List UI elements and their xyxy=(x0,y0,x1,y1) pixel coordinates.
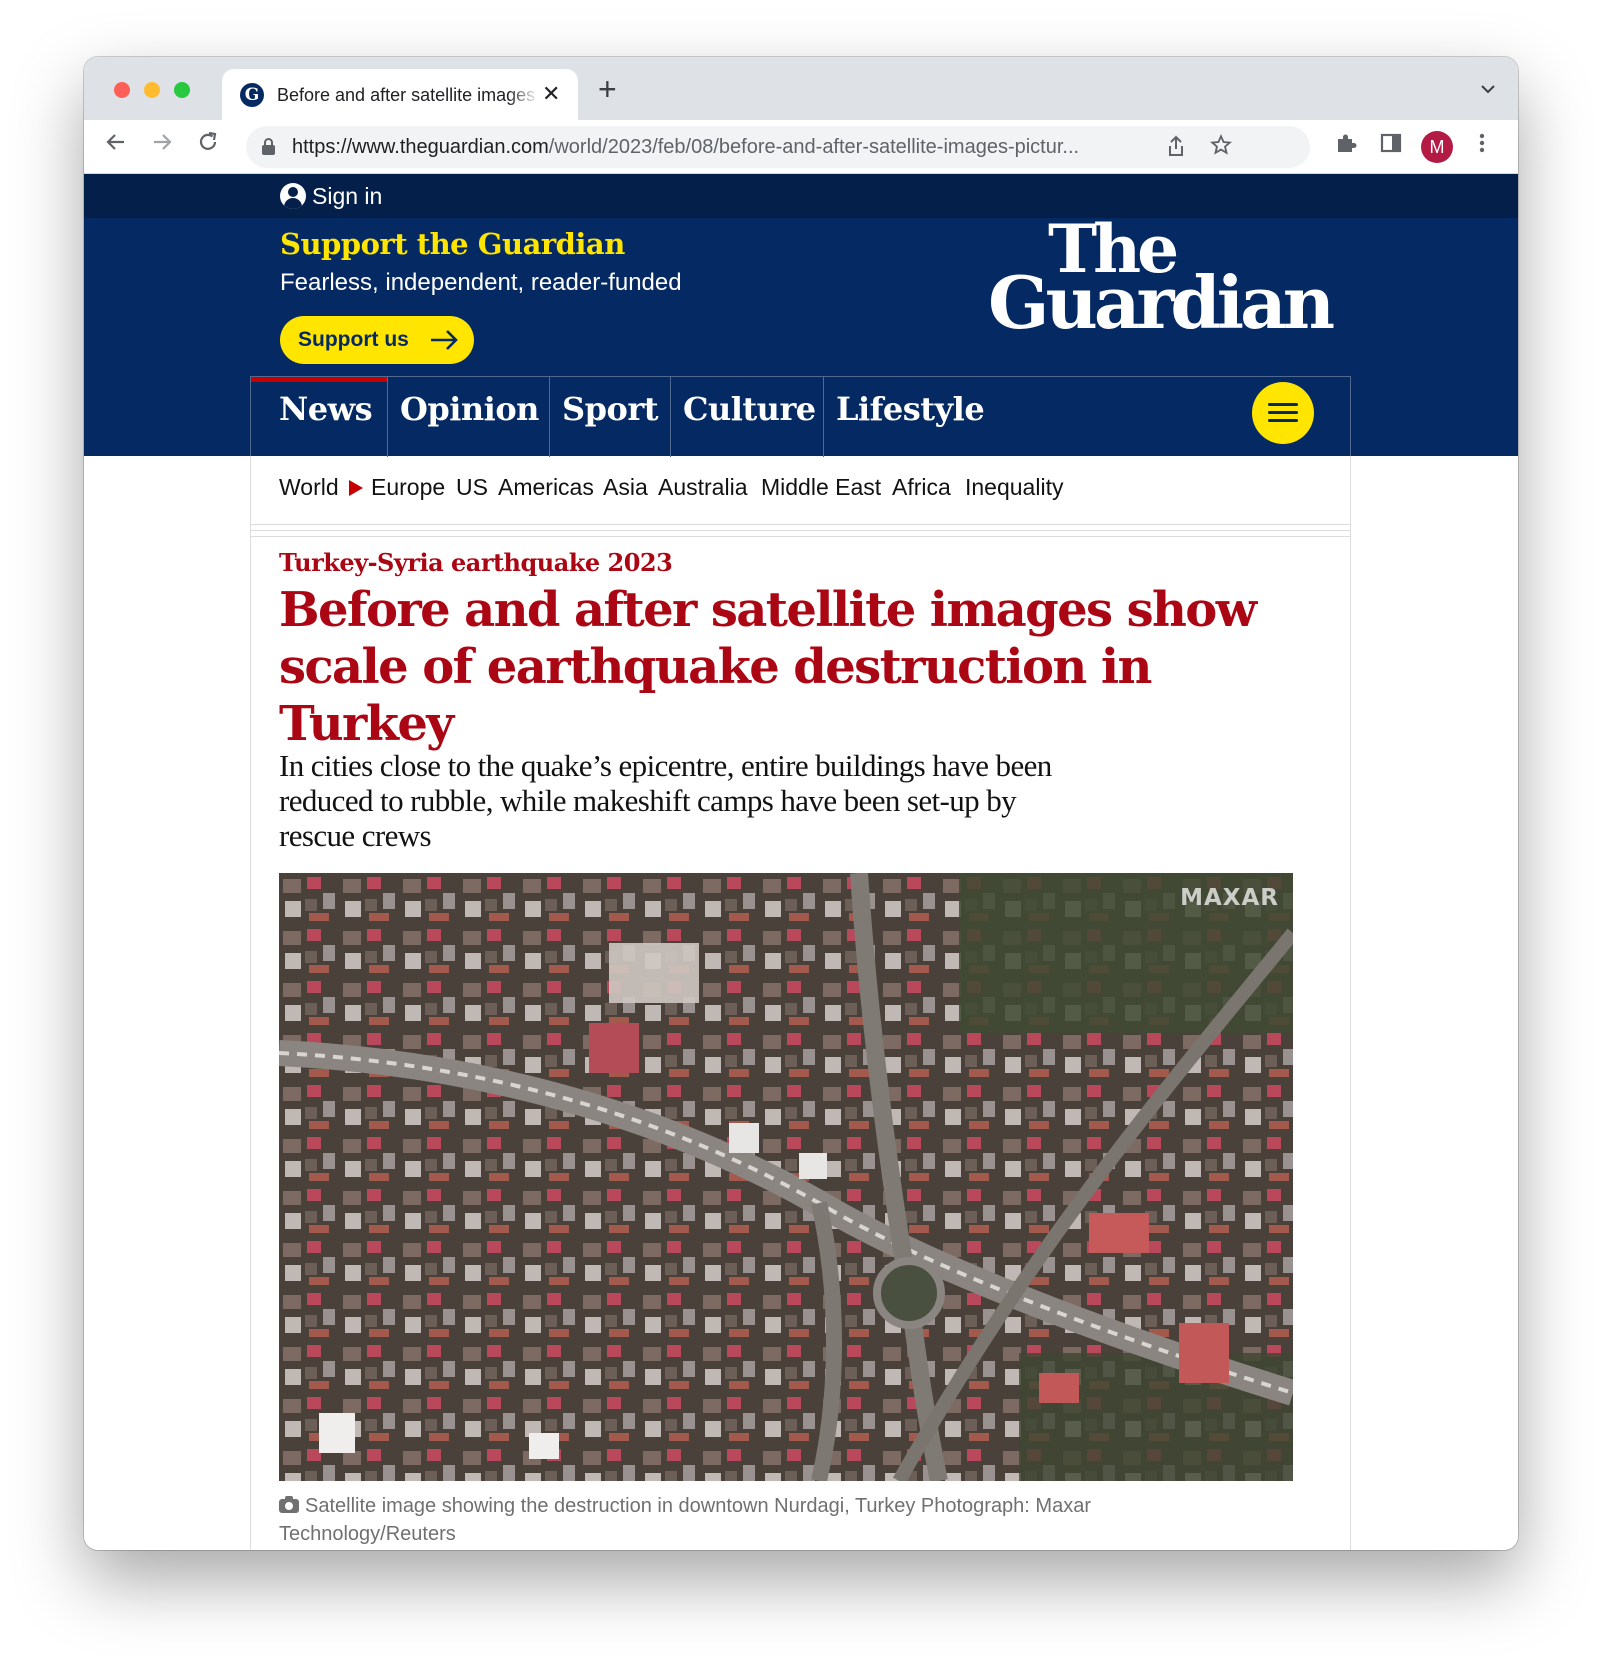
browser-window: G Before and after satellite images show… xyxy=(84,57,1518,1550)
profile-avatar[interactable]: M xyxy=(1421,131,1453,163)
pillar-culture[interactable]: Culture xyxy=(671,377,824,457)
subnav-item-world[interactable]: World xyxy=(279,472,339,502)
address-bar[interactable]: https://www.theguardian.com/world/2023/f… xyxy=(246,126,1310,168)
tab-search-chevron-down-icon[interactable] xyxy=(1480,77,1496,100)
url-text[interactable]: https://www.theguardian.com/world/2023/f… xyxy=(292,135,1079,159)
minimize-window-button[interactable] xyxy=(144,82,160,98)
article-column: World Europe US Americas Asia Australia … xyxy=(250,456,1351,1550)
pillar-news[interactable]: News xyxy=(251,377,388,457)
top-bar: Sign in xyxy=(84,174,1518,218)
triangle-right-icon xyxy=(349,480,363,496)
forward-arrow-icon[interactable] xyxy=(150,130,174,160)
article-kicker[interactable]: Turkey-Syria earthquake 2023 xyxy=(279,548,673,578)
pillar-nav: News Opinion Sport Culture Lifestyle xyxy=(250,376,1351,457)
guardian-logo[interactable]: The Guardian xyxy=(988,216,1338,339)
subnav-item-africa[interactable]: Africa xyxy=(892,472,951,502)
active-tab[interactable]: G Before and after satellite images show… xyxy=(222,69,578,120)
reload-icon[interactable] xyxy=(196,130,220,160)
sign-in-link[interactable]: Sign in xyxy=(280,182,382,210)
support-subtitle: Fearless, independent, reader-funded xyxy=(280,269,682,296)
support-us-button[interactable]: Support us xyxy=(280,316,474,364)
satellite-photo[interactable]: MAXAR xyxy=(279,873,1293,1481)
subnav-item-us[interactable]: US xyxy=(456,472,488,502)
subnav-item-americas[interactable]: Americas xyxy=(498,472,594,502)
maximize-window-button[interactable] xyxy=(174,82,190,98)
lock-icon[interactable] xyxy=(262,138,275,155)
side-panel-icon[interactable] xyxy=(1379,131,1403,162)
pillar-opinion[interactable]: Opinion xyxy=(388,377,550,457)
support-us-label: Support us xyxy=(298,328,409,351)
share-icon[interactable] xyxy=(1166,134,1186,164)
masthead: Support the Guardian Fearless, independe… xyxy=(84,216,1518,457)
tab-title: Before and after satellite images show s… xyxy=(277,85,539,105)
subnav-item-inequality[interactable]: Inequality xyxy=(965,472,1063,502)
back-arrow-icon[interactable] xyxy=(104,130,128,160)
star-icon[interactable] xyxy=(1210,134,1232,162)
guardian-favicon-icon: G xyxy=(240,83,264,107)
photo-caption: Satellite image showing the destruction … xyxy=(279,1492,1179,1548)
pillar-lifestyle[interactable]: Lifestyle xyxy=(824,377,985,457)
tab-strip: G Before and after satellite images show… xyxy=(84,57,1518,120)
support-title: Support the Guardian xyxy=(280,227,625,261)
arrow-right-icon xyxy=(428,316,460,379)
close-window-button[interactable] xyxy=(114,82,130,98)
kebab-menu-icon[interactable] xyxy=(1478,131,1486,162)
divider xyxy=(251,524,1350,525)
camera-icon xyxy=(279,1496,299,1513)
article-standfirst: In cities close to the quake’s epicentre… xyxy=(279,748,1052,853)
divider xyxy=(251,530,1350,531)
tab-close-icon[interactable]: ✕ xyxy=(542,81,560,107)
subnav-item-middle-east[interactable]: Middle East xyxy=(761,472,881,502)
subnav: World Europe US Americas Asia Australia … xyxy=(251,456,1350,524)
article-headline: Before and after satellite images show s… xyxy=(279,582,1257,752)
puzzle-icon[interactable] xyxy=(1334,131,1358,162)
caption-text: Satellite image showing the destruction … xyxy=(279,1495,1091,1545)
person-icon xyxy=(280,183,306,209)
subnav-item-europe[interactable]: Europe xyxy=(371,472,445,502)
divider xyxy=(251,536,1350,537)
sign-in-label: Sign in xyxy=(312,183,383,209)
subnav-item-australia[interactable]: Australia xyxy=(658,472,747,502)
pillar-sport[interactable]: Sport xyxy=(550,377,671,457)
browser-toolbar: https://www.theguardian.com/world/2023/f… xyxy=(84,120,1518,174)
subnav-item-asia[interactable]: Asia xyxy=(603,472,648,502)
new-tab-button[interactable]: + xyxy=(598,72,617,106)
maxar-watermark: MAXAR xyxy=(1180,885,1279,911)
hamburger-menu-icon[interactable] xyxy=(1252,382,1314,444)
page-viewport: Sign in Support the Guardian Fearless, i… xyxy=(84,174,1518,1550)
